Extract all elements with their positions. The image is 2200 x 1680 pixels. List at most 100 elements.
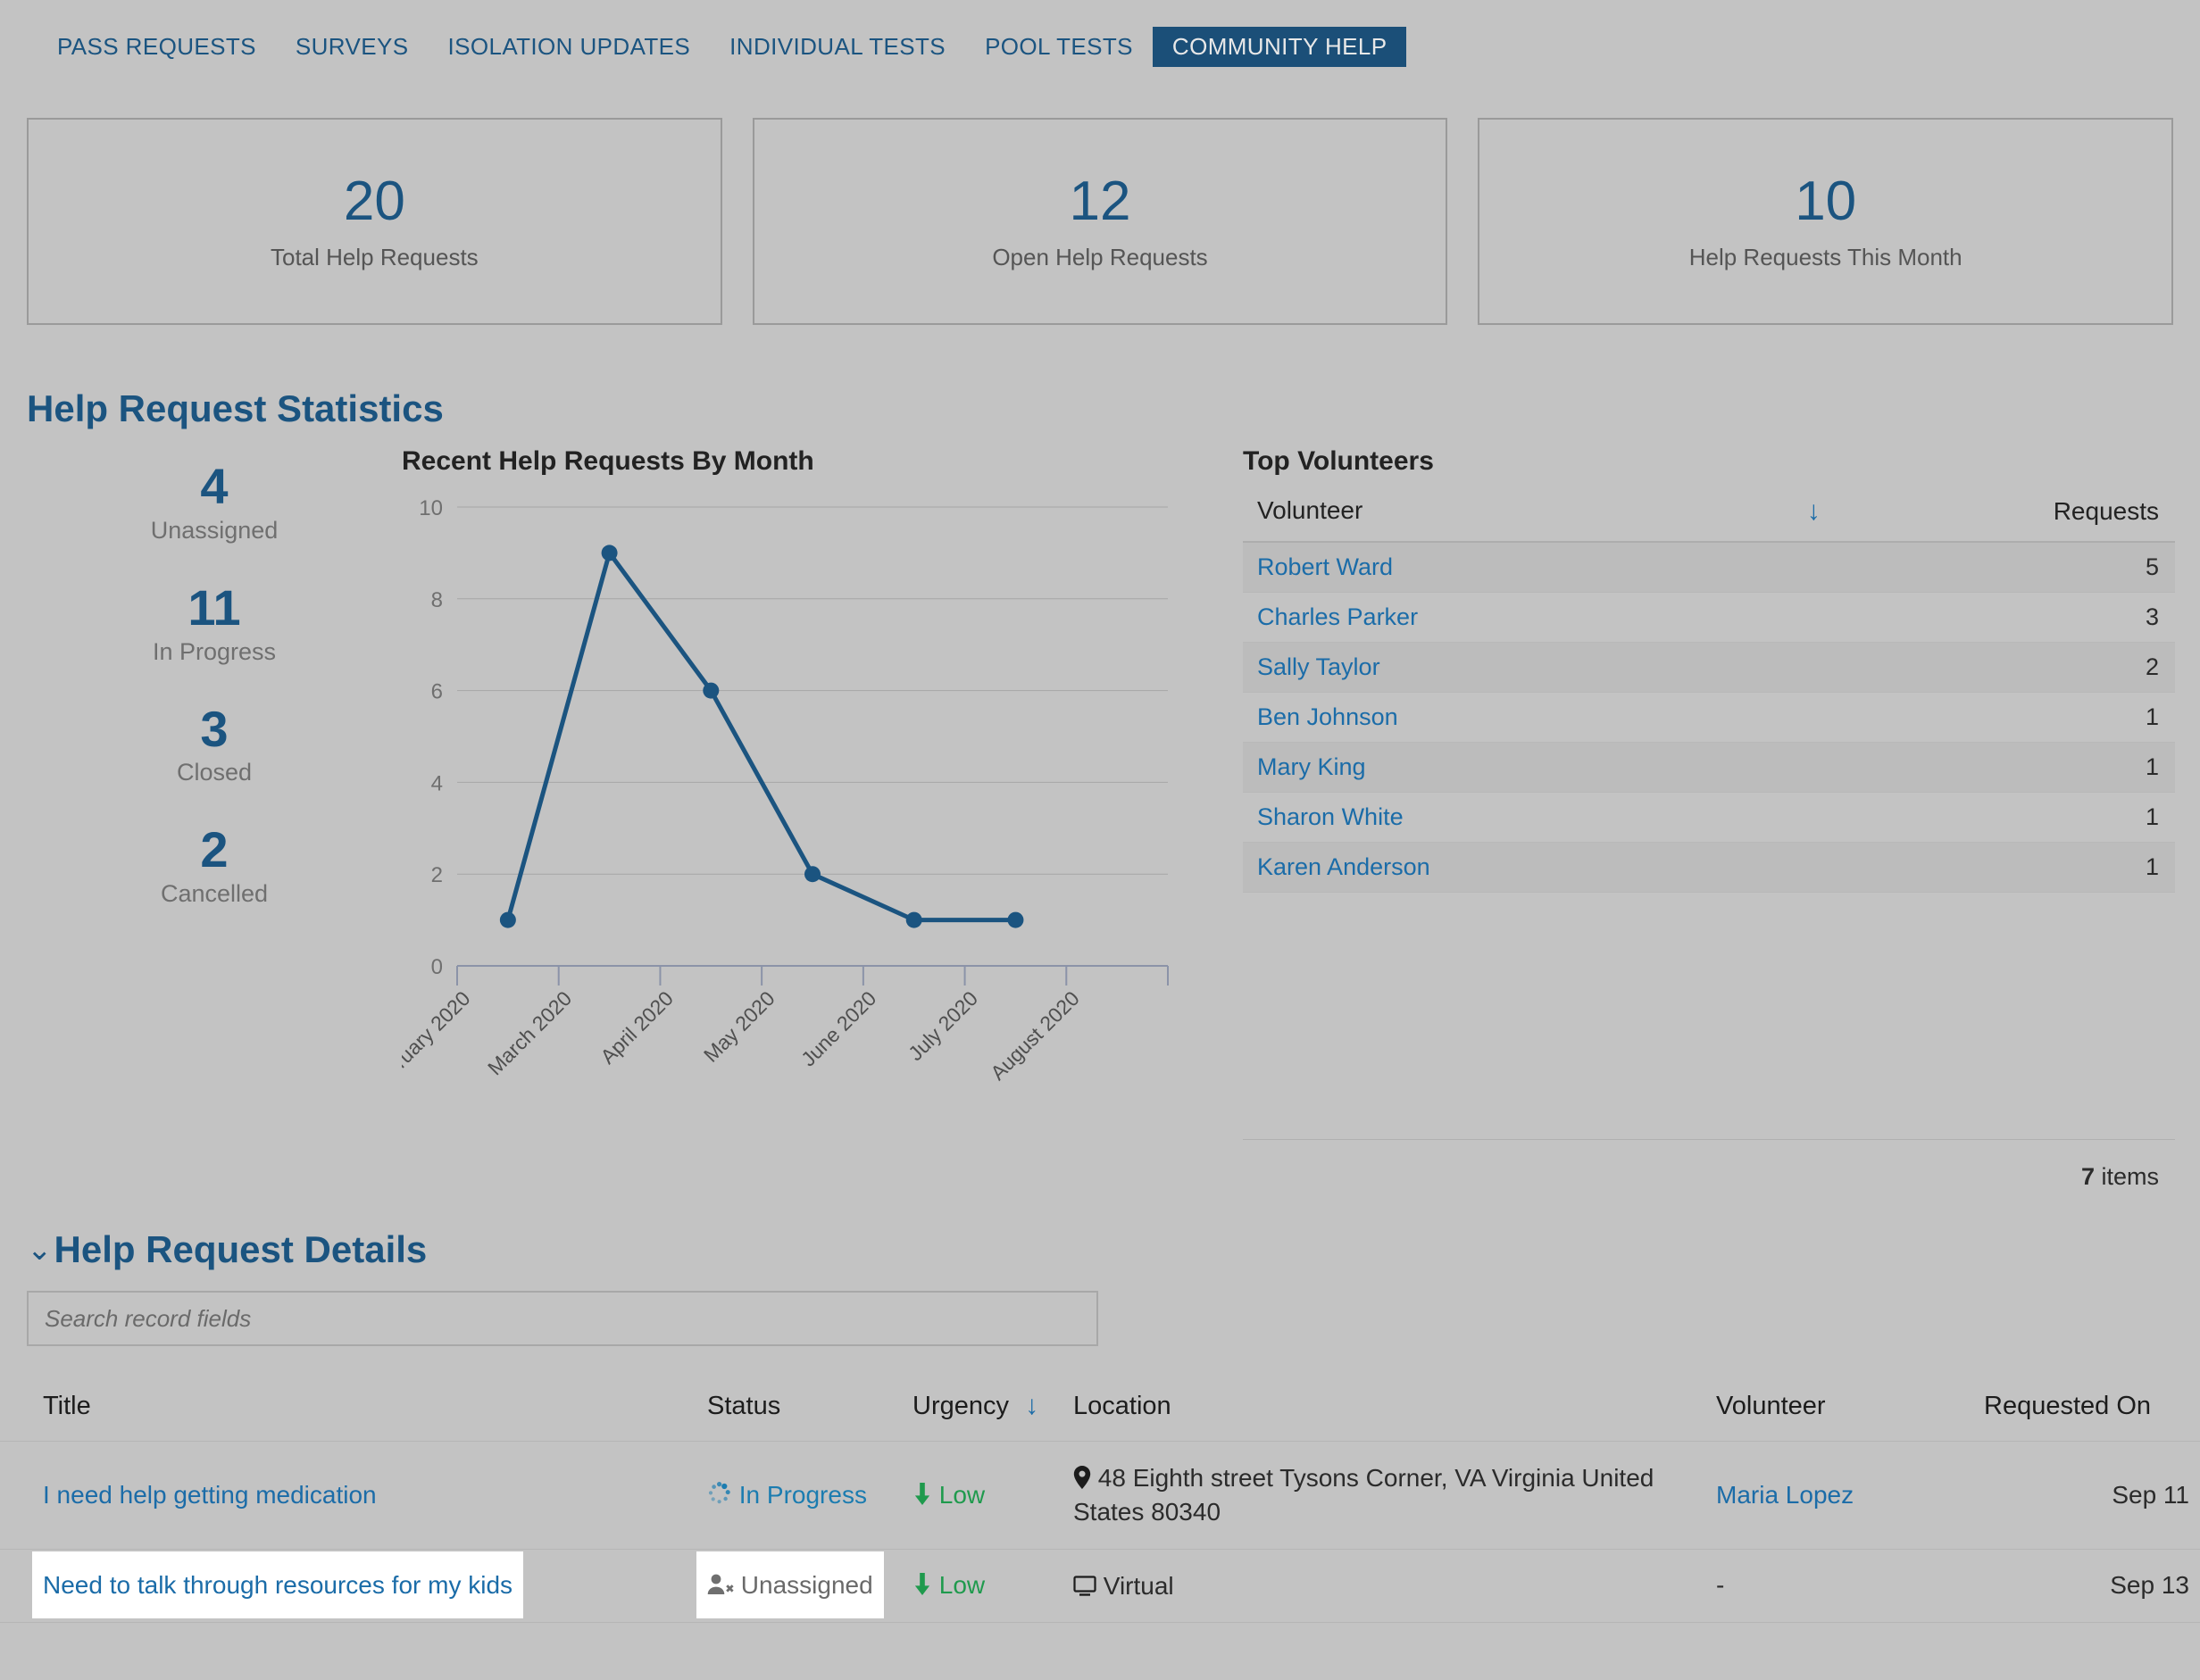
volunteer-name-link[interactable]: Sharon White — [1243, 792, 1796, 843]
help-request-details-title: Help Request Details — [54, 1228, 428, 1270]
card-open-help-requests: 12 Open Help Requests — [752, 118, 1448, 325]
user-remove-icon — [707, 1575, 734, 1595]
request-urgency-cell: Low — [902, 1549, 1062, 1624]
table-row[interactable]: Ben Johnson 1 — [1243, 692, 2175, 743]
svg-text:2: 2 — [431, 863, 443, 887]
svg-text:August 2020: August 2020 — [986, 986, 1084, 1082]
request-location-cell: Virtual — [1062, 1549, 1705, 1624]
table-row[interactable]: Charles Parker 3 — [1243, 592, 2175, 643]
arrow-down-icon — [914, 1482, 930, 1505]
svg-text:May 2020: May 2020 — [699, 986, 779, 1067]
kpi-closed-value: 3 — [200, 700, 229, 757]
volunteers-item-count: 7 — [2080, 1163, 2095, 1190]
card-total-value: 20 — [343, 170, 405, 233]
tab-isolation-updates[interactable]: Isolation Updates — [428, 27, 710, 67]
location-text: 48 Eighth street Tysons Corner, VA Virgi… — [1073, 1464, 1654, 1526]
details-col-requested-on[interactable]: Requested On — [1973, 1382, 2200, 1442]
tab-surveys[interactable]: Surveys — [276, 27, 429, 67]
tab-pool-tests[interactable]: Pool Tests — [965, 27, 1153, 67]
help-request-details-header[interactable]: ⌄ Help Request Details — [0, 1228, 2200, 1271]
volunteer-name-link[interactable]: Robert Ward — [1243, 542, 1796, 593]
volunteer-request-count: 1 — [1795, 792, 2175, 843]
volunteer-name-link[interactable]: Mary King — [1243, 742, 1796, 793]
volunteers-col-requests[interactable]: Requests — [1795, 489, 2175, 543]
volunteer-name-link[interactable]: Karen Anderson — [1243, 842, 1796, 893]
volunteer-request-count: 1 — [1795, 842, 2175, 893]
request-title-link[interactable]: I need help getting medication — [43, 1481, 377, 1509]
line-chart-svg: 0 2 4 6 8 10 February 2020 March 2020 April 2020… — [402, 496, 1169, 1082]
table-row[interactable]: Karen Anderson 1 — [1243, 842, 2175, 893]
kpi-in-progress-label: In Progress — [152, 637, 277, 665]
kpi-closed-label: Closed — [176, 759, 253, 786]
request-status-cell: Unassigned — [696, 1549, 902, 1624]
kpi-unassigned: 4 Unassigned — [27, 458, 402, 545]
volunteers-col-volunteer[interactable]: Volunteer ↓ — [1243, 489, 1821, 543]
card-month-value: 10 — [1795, 170, 1857, 233]
svg-text:February 2020: February 2020 — [402, 986, 475, 1082]
tab-community-help[interactable]: Community Help — [1152, 27, 1407, 67]
statistics-row: 4 Unassigned 11 In Progress 3 Closed 2 C… — [0, 446, 2200, 1191]
table-row[interactable]: Mary King 1 — [1243, 742, 2175, 793]
search-input[interactable] — [27, 1291, 1098, 1346]
card-total-help-requests: 20 Total Help Requests — [27, 118, 722, 325]
monitor-icon — [1073, 1575, 1096, 1596]
kpi-cancelled: 2 Cancelled — [27, 824, 402, 908]
request-title-cell[interactable]: I need help getting medication — [0, 1441, 696, 1550]
request-date-cell: Sep 13 — [1973, 1549, 2200, 1624]
svg-text:July 2020: July 2020 — [904, 986, 982, 1065]
svg-text:June 2020: June 2020 — [796, 986, 880, 1070]
request-location-cell: 48 Eighth street Tysons Corner, VA Virgi… — [1062, 1441, 1705, 1550]
table-row[interactable]: I need help getting medication In Progre… — [0, 1441, 2200, 1550]
volunteer-name-link[interactable]: Charles Parker — [1243, 592, 1796, 643]
request-title-link[interactable]: Need to talk through resources for my ki… — [32, 1551, 524, 1619]
volunteer-request-count: 2 — [1795, 642, 2175, 693]
summary-cards: 20 Total Help Requests 12 Open Help Requ… — [0, 118, 2200, 325]
kpi-unassigned-value: 4 — [200, 458, 229, 514]
tab-individual-tests[interactable]: Individual Tests — [710, 27, 965, 67]
main-tab-bar: Pass Requests Surveys Isolation Updates … — [0, 0, 2200, 89]
table-row[interactable]: Robert Ward 5 — [1243, 542, 2175, 593]
table-row[interactable]: Sally Taylor 2 — [1243, 642, 2175, 693]
svg-text:April 2020: April 2020 — [596, 986, 678, 1069]
request-volunteer-cell[interactable]: Maria Lopez — [1705, 1441, 1973, 1550]
volunteer-name-link[interactable]: Ben Johnson — [1243, 692, 1796, 743]
request-date-cell: Sep 11 — [1973, 1441, 2200, 1550]
volunteers-header-row: Volunteer ↓ Requests — [1243, 489, 2175, 543]
tab-pass-requests[interactable]: Pass Requests — [38, 27, 276, 67]
arrow-down-icon: ↓ — [1806, 496, 1821, 526]
monthly-chart-panel: Recent Help Requests By Month 0 2 4 6 8 10 Feb… — [402, 446, 1205, 1082]
details-col-volunteer[interactable]: Volunteer — [1705, 1382, 1973, 1442]
request-volunteer-cell: - — [1705, 1549, 1973, 1624]
chevron-down-icon[interactable]: ⌄ — [27, 1235, 53, 1265]
details-col-title[interactable]: Title — [0, 1382, 696, 1442]
top-volunteers-title: Top Volunteers — [1243, 446, 1434, 476]
urgency-badge: Low — [912, 1481, 985, 1509]
request-title-cell[interactable]: Need to talk through resources for my ki… — [0, 1549, 696, 1624]
volunteer-empty: - — [1716, 1571, 1725, 1600]
spinner-icon — [708, 1481, 730, 1504]
card-open-value: 12 — [1069, 170, 1131, 233]
location-text: Virtual — [1073, 1572, 1174, 1600]
kpi-closed: 3 Closed — [27, 703, 402, 787]
kpi-in-progress: 11 In Progress — [27, 578, 402, 666]
volunteer-request-count: 1 — [1795, 742, 2175, 793]
details-col-urgency[interactable]: Urgency ↓ — [902, 1382, 1062, 1442]
kpi-unassigned-label: Unassigned — [150, 516, 279, 544]
map-pin-icon — [1073, 1466, 1091, 1489]
table-row[interactable]: Need to talk through resources for my ki… — [0, 1549, 2200, 1624]
arrow-down-icon — [914, 1573, 930, 1596]
svg-text:4: 4 — [431, 771, 443, 795]
line-chart: 0 2 4 6 8 10 February 2020 March 2020 April 2020… — [402, 493, 1179, 1082]
status-badge: Unassigned — [696, 1551, 884, 1619]
volunteer-link[interactable]: Maria Lopez — [1716, 1481, 1854, 1509]
details-col-status[interactable]: Status — [696, 1382, 902, 1442]
details-header-row: Title Status Urgency ↓ Location Voluntee… — [0, 1382, 2200, 1442]
table-row[interactable]: Sharon White 1 — [1243, 792, 2175, 843]
svg-text:6: 6 — [431, 680, 443, 704]
kpi-cancelled-label: Cancelled — [160, 880, 269, 908]
card-open-label: Open Help Requests — [992, 243, 1208, 270]
details-col-location[interactable]: Location — [1062, 1382, 1705, 1442]
volunteer-name-link[interactable]: Sally Taylor — [1243, 642, 1796, 693]
help-request-details-table: Title Status Urgency ↓ Location Voluntee… — [0, 1382, 2200, 1624]
kpi-in-progress-value: 11 — [188, 578, 241, 636]
